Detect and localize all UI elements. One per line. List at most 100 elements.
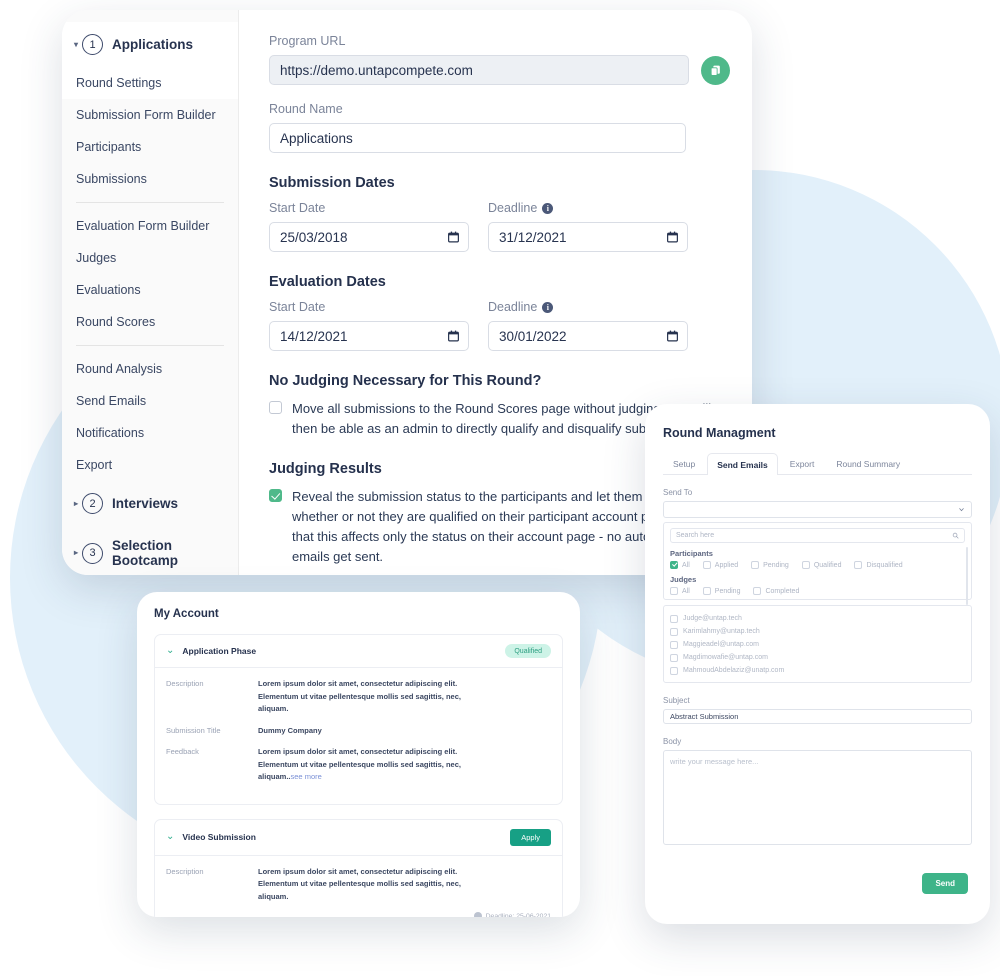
- sidebar-item-send-emails[interactable]: Send Emails: [62, 385, 238, 417]
- sidebar-round-interviews[interactable]: ▸ 2 Interviews: [62, 481, 238, 526]
- search-row[interactable]: Search here: [670, 528, 965, 543]
- checkbox[interactable]: [670, 561, 678, 569]
- sidebar-round-applications[interactable]: ▾ 1 Applications: [62, 22, 238, 67]
- checkbox[interactable]: [801, 561, 810, 569]
- participants-option-applied[interactable]: Applied: [702, 561, 738, 569]
- see-more-link[interactable]: see more: [291, 772, 322, 781]
- sidebar-item-round-scores[interactable]: Round Scores: [62, 306, 238, 338]
- checkbox[interactable]: [670, 587, 678, 595]
- tab-send-emails[interactable]: Send Emails: [707, 453, 778, 475]
- checkbox[interactable]: [670, 653, 678, 662]
- submission-dates-row: Start Date Deadline i: [269, 201, 730, 252]
- round-management-title: Round Managment: [663, 426, 776, 440]
- description-value: Lorem ipsum dolor sit amet, consectetur …: [258, 866, 461, 901]
- body-label: Body: [663, 737, 682, 746]
- submission-deadline-input[interactable]: [488, 222, 688, 252]
- application-phase-body: Description Lorem ipsum dolor sit amet, …: [155, 668, 562, 804]
- email-recipient-list: Judge@untap.tech Karimlahmy@untap.tech M…: [663, 605, 972, 683]
- tab-round-summary[interactable]: Round Summary: [826, 452, 910, 474]
- checkbox[interactable]: [702, 587, 711, 595]
- clock-icon: [473, 912, 482, 917]
- submission-start-date-label: Start Date: [269, 201, 326, 215]
- list-item[interactable]: Maggieadel@untap.com: [670, 638, 965, 651]
- application-phase-card: ⌄ Application Phase Qualified Descriptio…: [154, 634, 563, 805]
- evaluation-dates-title: Evaluation Dates: [269, 274, 386, 290]
- list-item[interactable]: Judge@untap.tech: [670, 612, 965, 625]
- sidebar-item-judges[interactable]: Judges: [62, 242, 238, 274]
- round-number-badge: 3: [82, 542, 103, 564]
- chevron-down-icon[interactable]: ⌄: [166, 646, 174, 656]
- dropdown-scrollbar[interactable]: [965, 547, 968, 605]
- sidebar-item-participants[interactable]: Participants: [62, 131, 238, 163]
- search-placeholder: Search here: [676, 532, 715, 539]
- sidebar-item-evaluations[interactable]: Evaluations: [62, 274, 238, 306]
- judging-results-checkbox[interactable]: [269, 489, 282, 502]
- list-item[interactable]: Karimlahmy@untap.tech: [670, 625, 965, 638]
- submission-title-row: Submission Title Dummy Company: [166, 725, 551, 738]
- description-value: Lorem ipsum dolor sit amet, consectetur …: [258, 679, 461, 713]
- submission-title-label: Submission Title: [166, 725, 221, 735]
- sidebar-item-round-settings[interactable]: Round Settings: [62, 67, 238, 99]
- video-submission-card-header[interactable]: ⌄ Video Submission Apply: [155, 820, 562, 856]
- submission-start-date-input[interactable]: [269, 222, 469, 252]
- send-to-select[interactable]: [663, 501, 972, 518]
- description-label: Description: [166, 679, 204, 688]
- evaluation-start-date-label: Start Date: [269, 300, 326, 314]
- sidebar-item-export[interactable]: Export: [62, 449, 238, 481]
- sidebar-round-selection-bootcamp[interactable]: ▸ 3 Selection Bootcamp: [62, 526, 238, 575]
- sidebar-item-notifications[interactable]: Notifications: [62, 417, 238, 449]
- sidebar-item-submissions[interactable]: Submissions: [62, 163, 238, 195]
- judges-options: All Pending Completed: [670, 587, 965, 595]
- feedback-row: Feedback Lorem ipsum dolor sit amet, con…: [166, 746, 551, 784]
- copy-url-button[interactable]: [701, 55, 730, 85]
- application-phase-card-header[interactable]: ⌄ Application Phase Qualified: [155, 635, 562, 668]
- tab-setup[interactable]: Setup: [663, 452, 705, 474]
- no-judging-checkbox[interactable]: [269, 401, 282, 414]
- sidebar-item-submission-form-builder[interactable]: Submission Form Builder: [62, 99, 238, 131]
- evaluation-deadline-input[interactable]: [488, 321, 688, 351]
- list-item[interactable]: MahmoudAbdelaziz@unatp.com: [670, 664, 965, 677]
- checkbox[interactable]: [670, 640, 678, 649]
- checkbox[interactable]: [753, 587, 762, 595]
- submission-start-date-group: Start Date: [269, 201, 469, 252]
- evaluation-start-date-input[interactable]: [269, 321, 469, 351]
- send-button[interactable]: Send: [922, 873, 968, 894]
- checkbox[interactable]: [670, 666, 678, 675]
- checkbox[interactable]: [854, 561, 863, 569]
- participants-option-disqualified[interactable]: Disqualified: [854, 561, 903, 569]
- round-label: Selection Bootcamp: [112, 538, 179, 568]
- participants-option-pending[interactable]: Pending: [751, 561, 789, 569]
- sidebar-item-evaluation-form-builder[interactable]: Evaluation Form Builder: [62, 210, 238, 242]
- program-url-input[interactable]: [269, 55, 689, 85]
- judges-group-label: Judges: [670, 575, 697, 584]
- chevron-down-icon[interactable]: ⌄: [166, 832, 174, 842]
- round-name-label: Round Name: [269, 102, 343, 116]
- video-submission-card: ⌄ Video Submission Apply Description Lor…: [154, 818, 563, 917]
- checkbox[interactable]: [751, 561, 760, 569]
- judges-option-pending[interactable]: Pending: [702, 587, 740, 595]
- apply-button[interactable]: Apply: [510, 828, 551, 846]
- description-row: Description Lorem ipsum dolor sit amet, …: [166, 678, 551, 716]
- video-submission-body: Description Lorem ipsum dolor sit amet, …: [155, 856, 562, 917]
- subject-input[interactable]: Abstract Submission: [663, 709, 972, 724]
- tab-export[interactable]: Export: [780, 452, 825, 474]
- feedback-value: Lorem ipsum dolor sit amet, consectetur …: [258, 747, 461, 781]
- sidebar: ▾ 1 Applications Round Settings Submissi…: [62, 10, 239, 575]
- checkbox[interactable]: [670, 627, 678, 636]
- sidebar-item-round-analysis[interactable]: Round Analysis: [62, 353, 238, 385]
- application-phase-title: Application Phase: [182, 646, 257, 656]
- participants-options: All Applied Pending Qualified Disqualifi…: [670, 561, 965, 569]
- caret-right-icon: ▸: [73, 498, 78, 508]
- participants-option-all[interactable]: All: [670, 561, 690, 569]
- list-item[interactable]: Magdimowafie@untap.com: [670, 651, 965, 664]
- judges-option-completed[interactable]: Completed: [753, 587, 799, 595]
- info-icon[interactable]: i: [542, 301, 554, 313]
- video-submission-title: Video Submission: [182, 832, 256, 842]
- info-icon[interactable]: i: [542, 202, 554, 214]
- checkbox[interactable]: [670, 614, 678, 623]
- checkbox[interactable]: [702, 561, 711, 569]
- body-textarea[interactable]: write your message here...: [663, 750, 972, 845]
- round-name-input[interactable]: [269, 123, 686, 153]
- judges-option-all[interactable]: All: [670, 587, 690, 595]
- participants-option-qualified[interactable]: Qualified: [801, 561, 841, 569]
